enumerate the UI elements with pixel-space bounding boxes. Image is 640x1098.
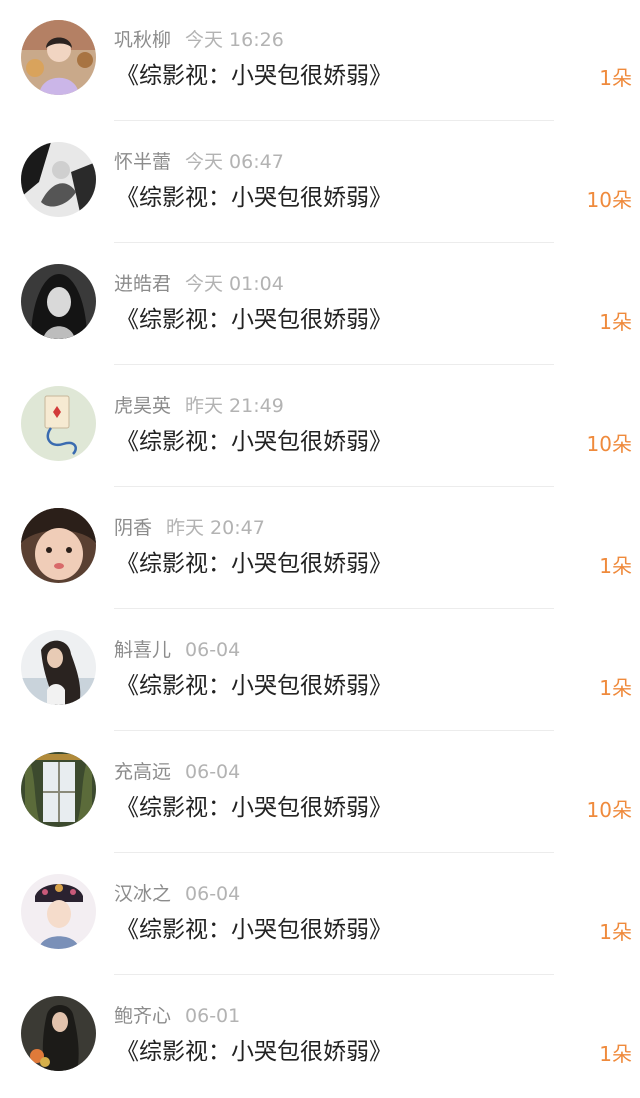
user-name[interactable]: 阴香 [114,517,152,539]
book-title[interactable]: 《综影视：小哭包很娇弱》 [116,670,392,702]
book-title[interactable]: 《综影视：小哭包很娇弱》 [116,304,392,336]
book-title[interactable]: 《综影视：小哭包很娇弱》 [116,60,392,92]
user-name[interactable]: 充高远 [114,761,171,783]
user-name[interactable]: 怀半蕾 [114,151,171,173]
timestamp: 今天 16:26 [185,29,284,51]
gift-count: 1朵 [599,310,632,334]
gift-count: 1朵 [599,676,632,700]
book-title[interactable]: 《综影视：小哭包很娇弱》 [116,914,392,946]
avatar-girl-flowers-icon [21,996,96,1071]
avatar-window-curtains-icon [21,752,96,827]
user-avatar[interactable] [21,142,96,217]
gift-record-list: 巩秋柳 今天 16:26 《综影视：小哭包很娇弱》 1朵 怀半蕾 今天 06:47 … [0,0,640,1078]
gift-count: 10朵 [586,188,632,212]
book-title[interactable]: 《综影视：小哭包很娇弱》 [116,1036,392,1068]
book-title[interactable]: 《综影视：小哭包很娇弱》 [116,548,392,580]
gift-count: 1朵 [599,920,632,944]
user-avatar[interactable] [21,386,96,461]
user-avatar[interactable] [21,508,96,583]
avatar-qing-costume-icon [21,874,96,949]
user-name[interactable]: 虎昊英 [114,395,171,417]
timestamp: 06-01 [185,1005,241,1027]
avatar-monochrome-portrait-icon [21,264,96,339]
gift-count: 10朵 [586,798,632,822]
gift-count: 1朵 [599,66,632,90]
user-avatar[interactable] [21,996,96,1071]
user-avatar[interactable] [21,20,96,95]
divider [114,974,554,975]
divider [114,242,554,243]
timestamp: 06-04 [185,761,241,783]
user-name[interactable]: 鲍齐心 [114,1005,171,1027]
timestamp: 06-04 [185,639,241,661]
divider [114,852,554,853]
timestamp: 06-04 [185,883,241,905]
timestamp: 今天 01:04 [185,273,284,295]
list-item[interactable]: 斛喜儿 06-04 《综影视：小哭包很娇弱》 1朵 [0,610,640,732]
book-title[interactable]: 《综影视：小哭包很娇弱》 [116,182,392,214]
divider [114,486,554,487]
user-name[interactable]: 进皓君 [114,273,171,295]
divider [114,364,554,365]
list-item[interactable]: 进皓君 今天 01:04 《综影视：小哭包很娇弱》 1朵 [0,244,640,366]
divider [114,608,554,609]
user-avatar[interactable] [21,630,96,705]
book-title[interactable]: 《综影视：小哭包很娇弱》 [116,792,392,824]
user-name[interactable]: 巩秋柳 [114,29,171,51]
list-item[interactable]: 虎昊英 昨天 21:49 《综影视：小哭包很娇弱》 10朵 [0,366,640,488]
gift-count: 1朵 [599,1042,632,1066]
user-avatar[interactable] [21,874,96,949]
user-name[interactable]: 斛喜儿 [114,639,171,661]
list-item[interactable]: 汉冰之 06-04 《综影视：小哭包很娇弱》 1朵 [0,854,640,976]
user-name[interactable]: 汉冰之 [114,883,171,905]
list-item[interactable]: 鲍齐心 06-01 《综影视：小哭包很娇弱》 1朵 [0,976,640,1098]
gift-count: 10朵 [586,432,632,456]
timestamp: 昨天 20:47 [166,517,265,539]
divider [114,730,554,731]
book-title[interactable]: 《综影视：小哭包很娇弱》 [116,426,392,458]
avatar-black-white-abstract-icon [21,142,96,217]
user-avatar[interactable] [21,264,96,339]
timestamp: 昨天 21:49 [185,395,284,417]
list-item[interactable]: 充高远 06-04 《综影视：小哭包很娇弱》 10朵 [0,732,640,854]
divider [114,120,554,121]
timestamp: 今天 06:47 [185,151,284,173]
user-avatar[interactable] [21,752,96,827]
list-item[interactable]: 巩秋柳 今天 16:26 《综影视：小哭包很娇弱》 1朵 [0,0,640,122]
avatar-person-purple-hoodie-icon [21,20,96,95]
avatar-girl-long-hair-icon [21,630,96,705]
list-item[interactable]: 怀半蕾 今天 06:47 《综影视：小哭包很娇弱》 10朵 [0,122,640,244]
gift-count: 1朵 [599,554,632,578]
list-item[interactable]: 阴香 昨天 20:47 《综影视：小哭包很娇弱》 1朵 [0,488,640,610]
avatar-girl-closeup-icon [21,508,96,583]
avatar-playing-card-icon [21,386,96,461]
